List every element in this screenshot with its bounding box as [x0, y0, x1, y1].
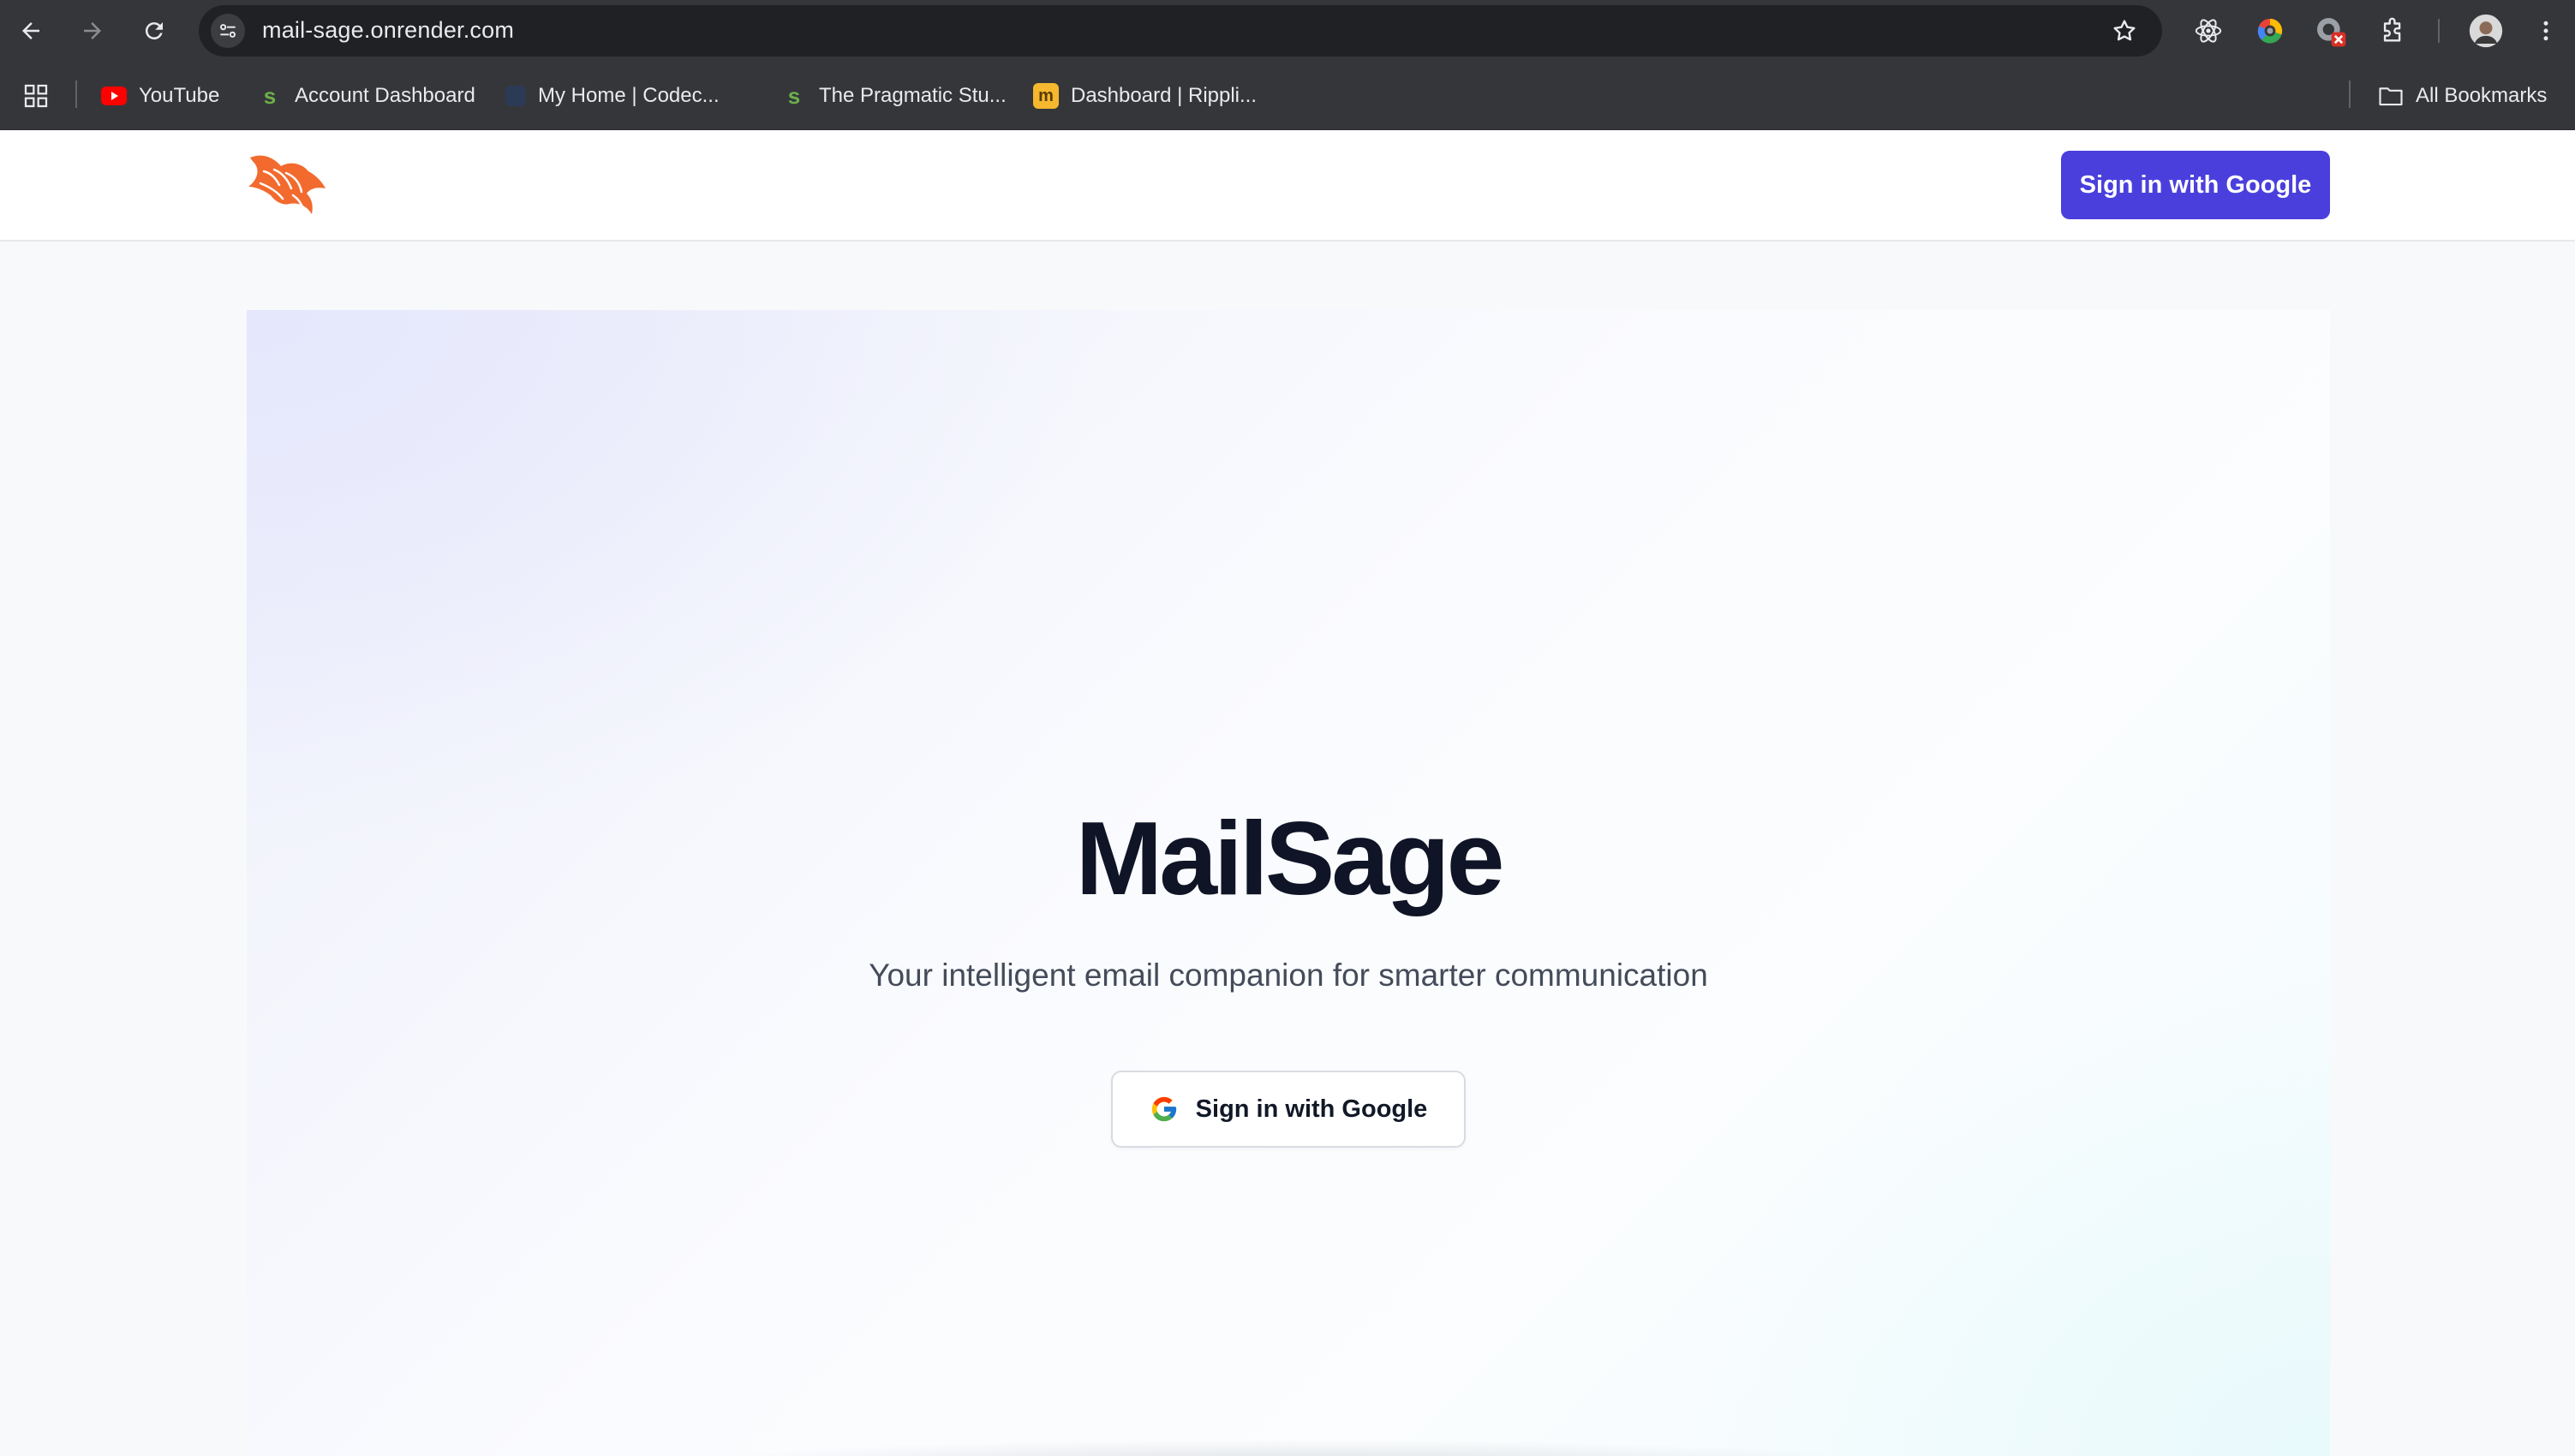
extensions-puzzle-icon — [2383, 17, 2401, 42]
reload-icon — [145, 22, 163, 40]
dashboard-favicon-icon: s — [263, 82, 277, 109]
extensions-button[interactable] — [2376, 14, 2411, 48]
color-picker-extension-icon — [2257, 18, 2283, 44]
back-arrow-icon — [22, 22, 39, 39]
page-title: MailSage — [1075, 800, 1505, 916]
rippling-favicon-icon: m — [1033, 83, 1059, 109]
bookmark-star-button[interactable] — [2109, 15, 2140, 46]
forward-arrow-icon — [84, 22, 101, 39]
reload-button[interactable] — [135, 12, 173, 50]
codecademy-favicon-icon — [505, 86, 526, 106]
site-info-button[interactable] — [211, 14, 245, 48]
bookmark-codecademy[interactable]: My Home | Codec... — [505, 79, 720, 113]
bookmark-label: Account Dashboard — [295, 84, 475, 107]
bookmark-label: Dashboard | Rippli... — [1071, 84, 1258, 107]
folder-icon — [2378, 83, 2404, 109]
preview-card-shadow — [692, 1439, 1891, 1456]
all-bookmarks-button[interactable]: All Bookmarks — [2378, 79, 2547, 113]
bookmarks-divider-right — [2349, 81, 2351, 108]
address-bar[interactable]: mail-sage.onrender.com — [199, 5, 2162, 57]
browser-toolbar: mail-sage.onrender.com — [0, 0, 2575, 62]
bookmark-label: My Home | Codec... — [538, 84, 720, 107]
site-header: Sign in with Google — [0, 130, 2575, 242]
bookmark-label: The Pragmatic Stu... — [819, 84, 1007, 107]
color-picker-extension[interactable] — [2253, 14, 2287, 48]
forward-button[interactable] — [74, 12, 111, 50]
google-sign-in-button[interactable]: Sign in with Google — [1111, 1071, 1466, 1148]
hero-subtitle: Your intelligent email companion for sma… — [869, 958, 1708, 993]
toolbar-divider — [2438, 19, 2440, 43]
site-info-icon — [220, 24, 236, 38]
back-button[interactable] — [12, 12, 50, 50]
bookmark-pragmatic-studio[interactable]: s The Pragmatic Stu... — [781, 79, 1007, 113]
profile-button[interactable] — [2469, 14, 2503, 48]
url-text[interactable]: mail-sage.onrender.com — [262, 17, 514, 44]
bookmarks-bar: YouTube s Account Dashboard My Home | Co… — [0, 62, 2575, 130]
bookmark-youtube[interactable]: YouTube — [101, 79, 219, 113]
header-sign-in-button[interactable]: Sign in with Google — [2061, 151, 2330, 219]
profile-avatar-icon — [2469, 14, 2503, 48]
chrome-menu-icon — [2543, 21, 2548, 41]
youtube-icon — [101, 83, 127, 109]
extension-error-icon — [2317, 18, 2346, 47]
hero-section: MailSage Your intelligent email companio… — [247, 310, 2330, 1456]
pragmatic-favicon-icon: s — [787, 82, 801, 109]
google-g-icon — [1151, 1096, 1176, 1122]
apps-grid-icon — [24, 84, 48, 108]
bookmark-label: YouTube — [139, 84, 220, 107]
bookmark-star-icon — [2113, 20, 2136, 41]
apps-button[interactable] — [22, 79, 50, 113]
bookmark-account-dashboard[interactable]: s Account Dashboard — [257, 79, 475, 113]
google-sign-in-label: Sign in with Google — [1195, 1095, 1428, 1123]
bookmarks-divider — [75, 81, 77, 108]
chrome-menu-button[interactable] — [2529, 14, 2563, 48]
error-extension[interactable] — [2313, 14, 2347, 48]
react-devtools-icon — [2195, 19, 2222, 43]
bookmark-rippling[interactable]: m Dashboard | Rippli... — [1033, 79, 1257, 113]
react-devtools-extension[interactable] — [2191, 14, 2225, 48]
phoenix-logo-icon[interactable] — [245, 152, 327, 218]
all-bookmarks-label: All Bookmarks — [2416, 84, 2548, 107]
